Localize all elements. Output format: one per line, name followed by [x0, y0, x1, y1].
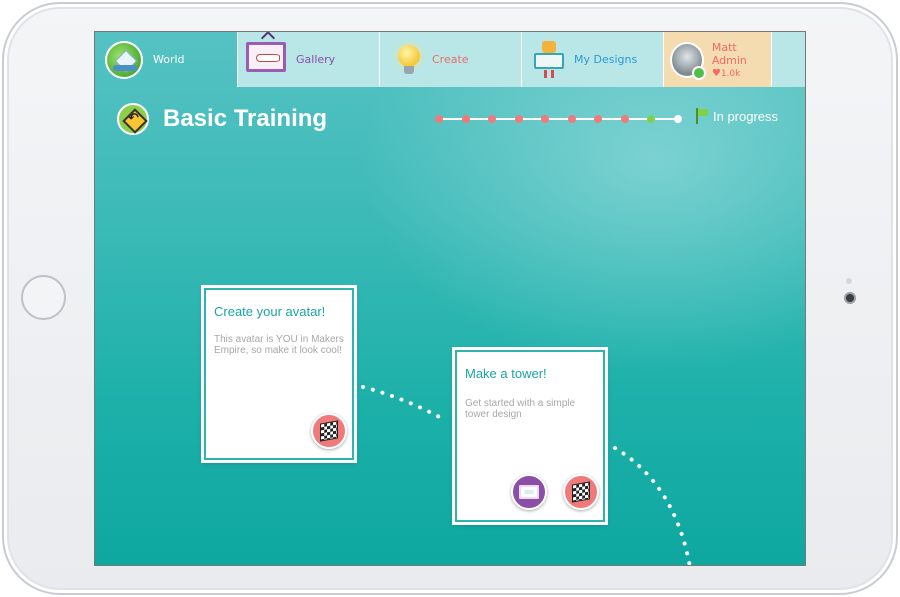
light-sensor	[846, 278, 852, 284]
checkered-flag-icon	[320, 420, 338, 442]
mission-card-tower[interactable]: Make a tower! Get started with a simple …	[455, 350, 605, 522]
checkered-flag-icon	[572, 481, 590, 503]
mission-description: Get started with a simple tower design	[465, 398, 576, 420]
mission-trail	[361, 385, 692, 565]
trail-segment-2	[613, 446, 692, 565]
mission-title: Make a tower!	[465, 366, 547, 381]
finish-flag-button[interactable]	[563, 474, 599, 510]
finish-flag-button[interactable]	[311, 413, 347, 449]
gallery-design-button[interactable]	[511, 474, 547, 510]
home-button[interactable]	[21, 275, 66, 320]
mission-description: This avatar is YOU in Makers Empire, so …	[214, 334, 344, 356]
app-screen: World Gallery Create My Designs Matt Adm…	[94, 31, 806, 566]
camera-icon	[844, 292, 856, 304]
mission-card-avatar[interactable]: Create your avatar! This avatar is YOU i…	[204, 288, 354, 460]
trail-segment-1	[361, 385, 447, 422]
design-frame-icon	[519, 485, 539, 499]
mission-title: Create your avatar!	[214, 304, 326, 319]
